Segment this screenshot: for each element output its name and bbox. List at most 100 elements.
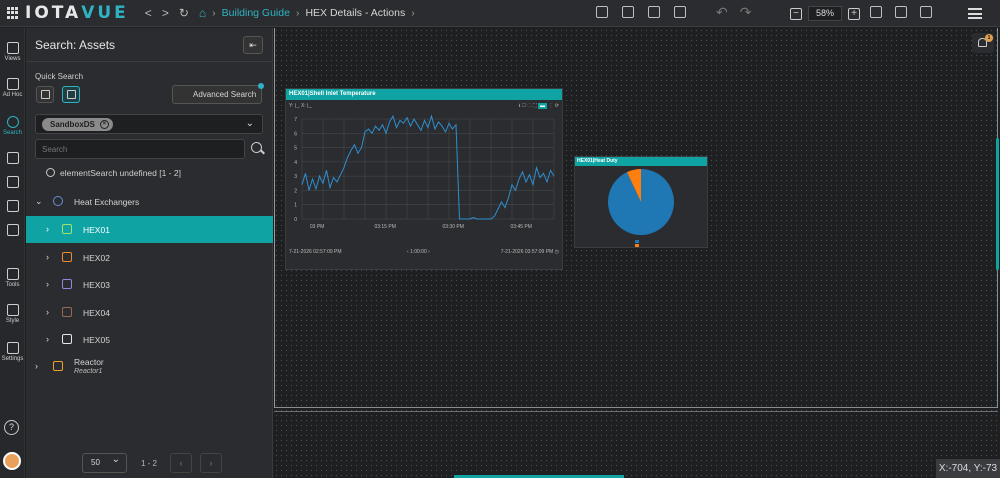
tree-item-hex01[interactable]: › HEX01	[26, 216, 273, 243]
avatar[interactable]	[3, 452, 21, 470]
nav-adhoc[interactable]: Ad Hoc	[0, 78, 25, 98]
quick-search-asset-button[interactable]	[62, 86, 80, 103]
pie-title: HEX01|Heat Duty	[575, 157, 707, 166]
y-tick-label: 0	[294, 217, 297, 223]
advanced-search-button[interactable]: Advanced Search	[172, 85, 262, 104]
nav-database[interactable]	[0, 200, 25, 214]
nav-search[interactable]: Search	[0, 116, 25, 136]
nav-tools[interactable]: Tools	[0, 268, 25, 288]
zoom-level[interactable]: 58%	[808, 6, 842, 21]
trend-span[interactable]: ‹ 1:00:00 ›	[407, 249, 430, 255]
quick-search-tree-button[interactable]	[36, 86, 54, 103]
y-tick-label: 2	[294, 188, 297, 194]
trend-widget[interactable]: HEX01|Shell Inlet Temperature Y: ⌊_ X: ⌊…	[285, 88, 563, 270]
zoom-in-button[interactable]: +	[848, 7, 860, 20]
tree-item-hex04[interactable]: › HEX04	[26, 299, 273, 326]
chevron-right-icon[interactable]: ›	[46, 279, 49, 289]
zoom-out-button[interactable]: −	[790, 7, 802, 20]
pagination: 50 1 - 2 ‹ ›	[26, 451, 273, 477]
nav-views[interactable]: Views	[0, 42, 25, 62]
chevron-right-icon[interactable]: ›	[35, 361, 38, 371]
tree-item-hex03[interactable]: › HEX03	[26, 271, 273, 298]
chevron-right-icon[interactable]: ›	[46, 252, 49, 262]
pie-chart[interactable]	[575, 166, 709, 248]
advanced-search-indicator	[258, 83, 264, 89]
breadcrumb-current: HEX Details - Actions	[305, 7, 406, 19]
logo[interactable]: IOTAVUE	[7, 3, 129, 23]
nav-tags[interactable]	[0, 152, 25, 166]
search-icon[interactable]	[251, 142, 262, 153]
search-icon	[46, 168, 55, 177]
page-size-select[interactable]: 50	[82, 451, 127, 473]
cube-icon	[62, 224, 72, 234]
refresh-icon[interactable]: ↻	[179, 6, 189, 20]
design-canvas[interactable]: 1 HEX01|Shell Inlet Temperature Y: ⌊_ X:…	[274, 28, 1000, 478]
unlock-icon[interactable]	[648, 6, 660, 18]
trend-start-time[interactable]: 7-21-2026 02:57:09 PM	[289, 249, 342, 255]
trend-axis-controls[interactable]: Y: ⌊_ X: ⌊_	[289, 103, 312, 109]
breadcrumb-link[interactable]: Building Guide	[222, 7, 290, 19]
x-tick-label: 03:45 PM	[511, 224, 532, 230]
tag-icon	[6, 152, 19, 164]
next-page-button[interactable]: ›	[200, 453, 222, 473]
trend-toolbar: Y: ⌊_ X: ⌊_ ⭳ ▢ ⬚ ⛶ ▬ ⋮ ⟳	[289, 103, 561, 110]
tree-group-heat-exchangers[interactable]: ⌄ Heat Exchangers	[26, 188, 273, 215]
y-tick-label: 6	[294, 131, 297, 137]
breadcrumb: ⌂ › Building Guide › HEX Details - Actio…	[198, 6, 415, 20]
chevron-right-icon[interactable]: ›	[46, 334, 49, 344]
undo-icon[interactable]: ↶	[716, 4, 728, 21]
notifications-button[interactable]: 1	[972, 33, 994, 53]
y-tick-label: 4	[294, 160, 297, 166]
datasource-chip[interactable]: SandboxDS ×	[42, 118, 113, 131]
cube-icon	[53, 361, 63, 371]
trend-chart[interactable]: 0 1 2 3 4 5 6 7 03 PM 03:15 PM 03:30 PM 03:45 PM	[290, 113, 560, 233]
left-nav: Views Ad Hoc Search Tools Style Settings	[0, 28, 25, 478]
nav-settings[interactable]: Settings	[0, 342, 25, 362]
chevron-right-icon[interactable]: ›	[46, 224, 49, 234]
trend-tool-icons[interactable]: ⭳ ▢ ⬚ ⛶ ▬ ⋮ ⟳	[519, 103, 559, 111]
hierarchy-icon	[6, 176, 19, 188]
calendar-icon[interactable]	[596, 6, 608, 18]
canvas-scrollbar[interactable]	[996, 138, 999, 270]
tree-group-reactor[interactable]: › Reactor Reactor1	[26, 351, 273, 381]
nav-hierarchy[interactable]	[0, 176, 25, 190]
pie-widget[interactable]: HEX01|Heat Duty	[574, 156, 708, 248]
search-input[interactable]	[35, 139, 245, 159]
chip-remove-icon[interactable]: ×	[99, 120, 109, 129]
trend-end-time[interactable]: 7-21-2026 03:57:09 PM ◷	[501, 249, 559, 255]
tree-item-hex05[interactable]: › HEX05	[26, 326, 273, 353]
search-result: elementSearch undefined [1 - 2]	[46, 168, 181, 178]
views-icon	[6, 42, 19, 54]
home-icon[interactable]: ⌂	[199, 6, 206, 20]
collapse-panel-button[interactable]: ⇤	[243, 36, 263, 54]
back-icon[interactable]: <	[145, 6, 152, 20]
chevron-down-icon[interactable]: ⌄	[35, 196, 43, 207]
nav-style[interactable]: Style	[0, 304, 25, 324]
help-icon[interactable]: ?	[4, 420, 19, 435]
chat-icon[interactable]	[920, 6, 932, 18]
x-tick-label: 03:15 PM	[374, 224, 395, 230]
quick-search-label: Quick Search	[35, 72, 84, 81]
y-tick-label: 3	[294, 174, 297, 180]
nav-calc[interactable]	[0, 224, 25, 238]
prev-page-button[interactable]: ‹	[170, 453, 192, 473]
legend-swatch	[635, 240, 639, 243]
tools-icon[interactable]	[622, 6, 634, 18]
present-icon[interactable]	[895, 6, 907, 18]
group-icon	[53, 196, 63, 206]
tree-item-hex02[interactable]: › HEX02	[26, 244, 273, 271]
style-icon	[6, 304, 19, 316]
redo-icon[interactable]: ↷	[740, 4, 752, 21]
gear-icon	[6, 342, 19, 354]
chevron-right-icon[interactable]: ›	[46, 307, 49, 317]
search-icon	[6, 116, 19, 128]
fit-icon[interactable]	[870, 6, 882, 18]
datasource-select[interactable]: SandboxDS × ⌄	[35, 114, 263, 134]
menu-icon[interactable]	[968, 8, 982, 19]
forward-icon[interactable]: >	[162, 6, 169, 20]
grid-icon	[7, 7, 19, 19]
top-bar: IOTAVUE < > ↻ ⌂ › Building Guide › HEX D…	[0, 0, 1000, 27]
save-icon[interactable]	[674, 6, 686, 18]
y-tick-label: 5	[294, 146, 297, 152]
chevron-down-icon[interactable]: ⌄	[246, 118, 254, 129]
